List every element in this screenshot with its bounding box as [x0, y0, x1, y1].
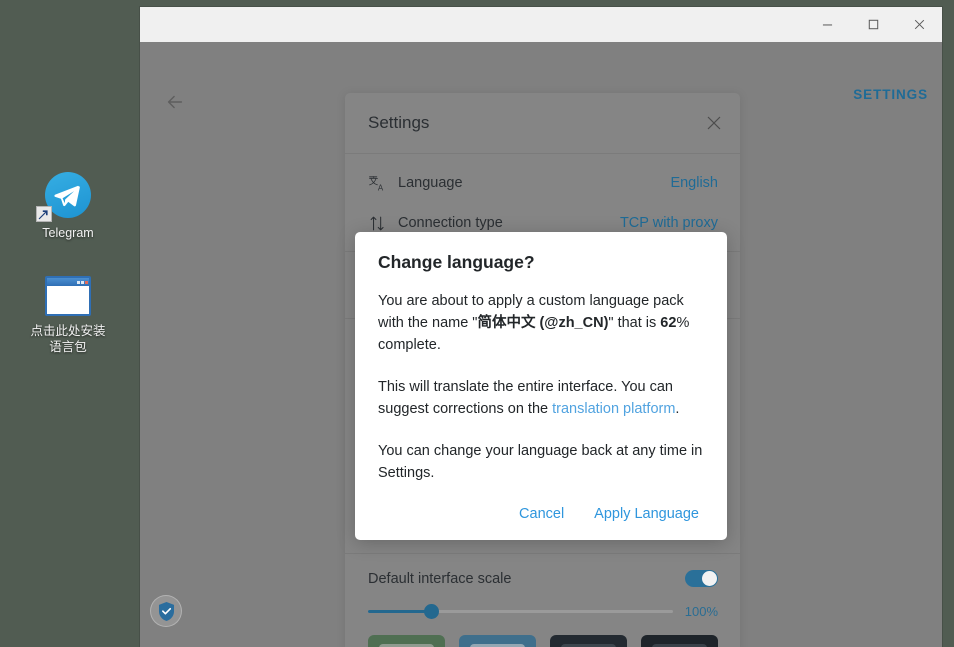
desktop: Telegram 点击此处安装 语言包 SE	[0, 0, 954, 647]
telegram-plane-icon	[45, 172, 91, 218]
modal-overlay: Change language? You are about to apply …	[140, 42, 942, 647]
app-content: SETTINGS Settings	[140, 42, 942, 647]
desktop-icon-label: 点击此处安装 语言包	[30, 323, 105, 355]
desktop-icon-telegram[interactable]: Telegram	[16, 172, 120, 241]
shortcut-arrow-icon	[36, 206, 52, 222]
dialog-paragraph-1: You are about to apply a custom language…	[378, 290, 704, 356]
translation-platform-link[interactable]: translation platform	[552, 401, 675, 417]
dialog-p1-part-b: " that is	[608, 315, 660, 331]
cancel-button[interactable]: Cancel	[519, 502, 564, 526]
change-language-dialog: Change language? You are about to apply …	[355, 232, 727, 540]
dialog-completion-percent: 62	[660, 315, 676, 331]
minimize-button[interactable]	[804, 7, 850, 42]
close-button[interactable]	[896, 7, 942, 42]
dialog-title: Change language?	[378, 252, 704, 273]
desktop-icon-label: Telegram	[42, 225, 93, 241]
window-icon	[45, 276, 91, 316]
dialog-pack-name: 简体中文 (@zh_CN)	[477, 315, 608, 331]
desktop-icon-language-pack[interactable]: 点击此处安装 语言包	[16, 276, 120, 355]
maximize-button[interactable]	[850, 7, 896, 42]
apply-language-button[interactable]: Apply Language	[594, 502, 699, 526]
window-title-bar	[140, 7, 942, 42]
dialog-actions: Cancel Apply Language	[378, 498, 704, 526]
dialog-paragraph-3: You can change your language back at any…	[378, 440, 704, 484]
dialog-paragraph-2: This will translate the entire interface…	[378, 376, 704, 420]
dialog-p2-part-b: .	[675, 401, 679, 417]
telegram-window: SETTINGS Settings	[140, 7, 942, 647]
